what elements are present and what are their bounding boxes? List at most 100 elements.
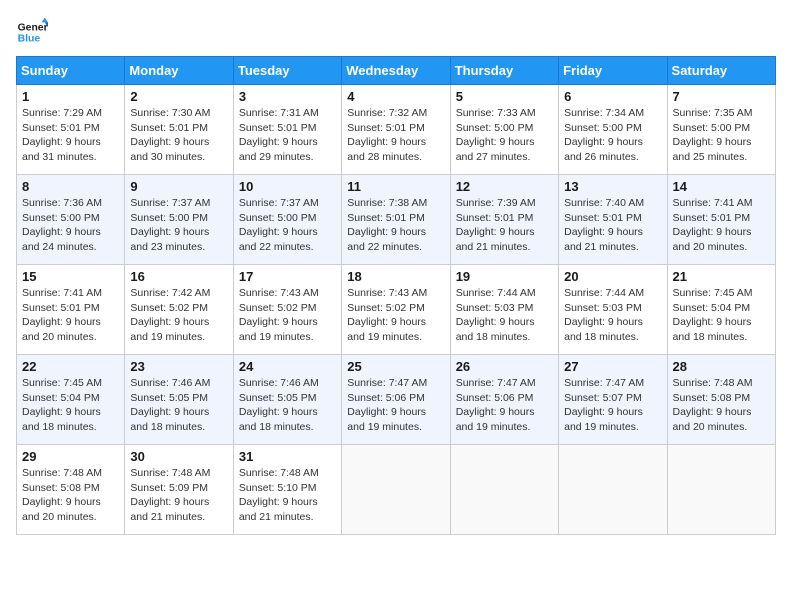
calendar-cell: 4 Sunrise: 7:32 AMSunset: 5:01 PMDaylight…	[342, 85, 450, 175]
calendar-cell: 23Sunrise: 7:46 AMSunset: 5:05 PMDayligh…	[125, 355, 233, 445]
calendar-cell: 17Sunrise: 7:43 AMSunset: 5:02 PMDayligh…	[233, 265, 341, 355]
day-number: 17	[239, 269, 336, 284]
calendar-cell: 8 Sunrise: 7:36 AMSunset: 5:00 PMDaylight…	[17, 175, 125, 265]
day-info: Sunrise: 7:39 AMSunset: 5:01 PMDaylight:…	[456, 196, 553, 255]
day-number: 24	[239, 359, 336, 374]
day-info: Sunrise: 7:47 AMSunset: 5:06 PMDaylight:…	[456, 376, 553, 435]
svg-text:Blue: Blue	[18, 34, 41, 45]
calendar-cell: 14 Sunrise: 7:41 AMSunset: 5:01 PMDayligh…	[667, 175, 775, 265]
day-info: Sunrise: 7:46 AMSunset: 5:05 PMDaylight:…	[130, 376, 227, 435]
calendar-cell: 13 Sunrise: 7:40 AMSunset: 5:01 PMDayligh…	[559, 175, 667, 265]
calendar-cell: 29 Sunrise: 7:48 AMSunset: 5:08 PMDayligh…	[17, 445, 125, 535]
day-info: Sunrise: 7:37 AMSunset: 5:00 PMDaylight:…	[239, 196, 336, 255]
day-info: Sunrise: 7:32 AMSunset: 5:01 PMDaylight:…	[347, 106, 444, 165]
day-number: 27	[564, 359, 661, 374]
calendar-cell: 20Sunrise: 7:44 AMSunset: 5:03 PMDayligh…	[559, 265, 667, 355]
day-number: 14	[673, 179, 770, 194]
calendar-week-row: 29 Sunrise: 7:48 AMSunset: 5:08 PMDayligh…	[17, 445, 776, 535]
calendar-cell: 24 Sunrise: 7:46 AMSunset: 5:05 PMDayligh…	[233, 355, 341, 445]
calendar-cell: 3 Sunrise: 7:31 AMSunset: 5:01 PMDaylight…	[233, 85, 341, 175]
calendar-week-row: 1 Sunrise: 7:29 AMSunset: 5:01 PMDaylight…	[17, 85, 776, 175]
day-info: Sunrise: 7:45 AMSunset: 5:04 PMDaylight:…	[673, 286, 770, 345]
day-number: 6	[564, 89, 661, 104]
calendar-table: SundayMondayTuesdayWednesdayThursdayFrid…	[16, 56, 776, 535]
day-info: Sunrise: 7:37 AMSunset: 5:00 PMDaylight:…	[130, 196, 227, 255]
day-number: 22	[22, 359, 119, 374]
day-number: 13	[564, 179, 661, 194]
day-number: 21	[673, 269, 770, 284]
day-number: 12	[456, 179, 553, 194]
day-info: Sunrise: 7:33 AMSunset: 5:00 PMDaylight:…	[456, 106, 553, 165]
day-info: Sunrise: 7:43 AMSunset: 5:02 PMDaylight:…	[347, 286, 444, 345]
calendar-header-row: SundayMondayTuesdayWednesdayThursdayFrid…	[17, 57, 776, 85]
day-info: Sunrise: 7:48 AMSunset: 5:10 PMDaylight:…	[239, 466, 336, 525]
day-info: Sunrise: 7:40 AMSunset: 5:01 PMDaylight:…	[564, 196, 661, 255]
day-info: Sunrise: 7:34 AMSunset: 5:00 PMDaylight:…	[564, 106, 661, 165]
header-thursday: Thursday	[450, 57, 558, 85]
calendar-cell: 12 Sunrise: 7:39 AMSunset: 5:01 PMDayligh…	[450, 175, 558, 265]
logo-icon: General Blue	[16, 16, 48, 48]
calendar-cell	[342, 445, 450, 535]
calendar-cell: 21 Sunrise: 7:45 AMSunset: 5:04 PMDayligh…	[667, 265, 775, 355]
day-number: 31	[239, 449, 336, 464]
calendar-cell: 6 Sunrise: 7:34 AMSunset: 5:00 PMDaylight…	[559, 85, 667, 175]
calendar-week-row: 22Sunrise: 7:45 AMSunset: 5:04 PMDayligh…	[17, 355, 776, 445]
calendar-cell: 7 Sunrise: 7:35 AMSunset: 5:00 PMDaylight…	[667, 85, 775, 175]
day-number: 10	[239, 179, 336, 194]
day-number: 30	[130, 449, 227, 464]
day-info: Sunrise: 7:42 AMSunset: 5:02 PMDaylight:…	[130, 286, 227, 345]
day-number: 3	[239, 89, 336, 104]
day-number: 25	[347, 359, 444, 374]
logo: General Blue	[16, 16, 52, 48]
day-number: 16	[130, 269, 227, 284]
day-info: Sunrise: 7:41 AMSunset: 5:01 PMDaylight:…	[22, 286, 119, 345]
calendar-cell	[450, 445, 558, 535]
calendar-cell: 22Sunrise: 7:45 AMSunset: 5:04 PMDayligh…	[17, 355, 125, 445]
calendar-cell: 2Sunrise: 7:30 AMSunset: 5:01 PMDaylight…	[125, 85, 233, 175]
day-info: Sunrise: 7:46 AMSunset: 5:05 PMDaylight:…	[239, 376, 336, 435]
calendar-cell: 5 Sunrise: 7:33 AMSunset: 5:00 PMDaylight…	[450, 85, 558, 175]
calendar-cell: 28Sunrise: 7:48 AMSunset: 5:08 PMDayligh…	[667, 355, 775, 445]
header-wednesday: Wednesday	[342, 57, 450, 85]
day-info: Sunrise: 7:44 AMSunset: 5:03 PMDaylight:…	[564, 286, 661, 345]
calendar-cell: 26 Sunrise: 7:47 AMSunset: 5:06 PMDayligh…	[450, 355, 558, 445]
calendar-cell: 1 Sunrise: 7:29 AMSunset: 5:01 PMDaylight…	[17, 85, 125, 175]
header-monday: Monday	[125, 57, 233, 85]
day-info: Sunrise: 7:36 AMSunset: 5:00 PMDaylight:…	[22, 196, 119, 255]
day-number: 9	[130, 179, 227, 194]
calendar-cell: 15Sunrise: 7:41 AMSunset: 5:01 PMDayligh…	[17, 265, 125, 355]
day-info: Sunrise: 7:29 AMSunset: 5:01 PMDaylight:…	[22, 106, 119, 165]
calendar-cell: 16 Sunrise: 7:42 AMSunset: 5:02 PMDayligh…	[125, 265, 233, 355]
day-number: 7	[673, 89, 770, 104]
calendar-week-row: 8 Sunrise: 7:36 AMSunset: 5:00 PMDaylight…	[17, 175, 776, 265]
calendar-cell	[559, 445, 667, 535]
day-number: 8	[22, 179, 119, 194]
calendar-cell: 27Sunrise: 7:47 AMSunset: 5:07 PMDayligh…	[559, 355, 667, 445]
calendar-cell: 25 Sunrise: 7:47 AMSunset: 5:06 PMDayligh…	[342, 355, 450, 445]
header-tuesday: Tuesday	[233, 57, 341, 85]
day-info: Sunrise: 7:47 AMSunset: 5:06 PMDaylight:…	[347, 376, 444, 435]
calendar-week-row: 15Sunrise: 7:41 AMSunset: 5:01 PMDayligh…	[17, 265, 776, 355]
day-info: Sunrise: 7:35 AMSunset: 5:00 PMDaylight:…	[673, 106, 770, 165]
day-info: Sunrise: 7:48 AMSunset: 5:08 PMDaylight:…	[22, 466, 119, 525]
header-saturday: Saturday	[667, 57, 775, 85]
calendar-cell	[667, 445, 775, 535]
day-number: 5	[456, 89, 553, 104]
header-friday: Friday	[559, 57, 667, 85]
day-number: 28	[673, 359, 770, 374]
day-info: Sunrise: 7:41 AMSunset: 5:01 PMDaylight:…	[673, 196, 770, 255]
day-number: 29	[22, 449, 119, 464]
day-info: Sunrise: 7:44 AMSunset: 5:03 PMDaylight:…	[456, 286, 553, 345]
calendar-cell: 19Sunrise: 7:44 AMSunset: 5:03 PMDayligh…	[450, 265, 558, 355]
day-number: 11	[347, 179, 444, 194]
day-number: 4	[347, 89, 444, 104]
calendar-cell: 30Sunrise: 7:48 AMSunset: 5:09 PMDayligh…	[125, 445, 233, 535]
calendar-cell: 9 Sunrise: 7:37 AMSunset: 5:00 PMDaylight…	[125, 175, 233, 265]
calendar-cell: 31 Sunrise: 7:48 AMSunset: 5:10 PMDayligh…	[233, 445, 341, 535]
day-number: 1	[22, 89, 119, 104]
day-info: Sunrise: 7:38 AMSunset: 5:01 PMDaylight:…	[347, 196, 444, 255]
day-number: 26	[456, 359, 553, 374]
day-info: Sunrise: 7:31 AMSunset: 5:01 PMDaylight:…	[239, 106, 336, 165]
day-number: 2	[130, 89, 227, 104]
day-number: 18	[347, 269, 444, 284]
